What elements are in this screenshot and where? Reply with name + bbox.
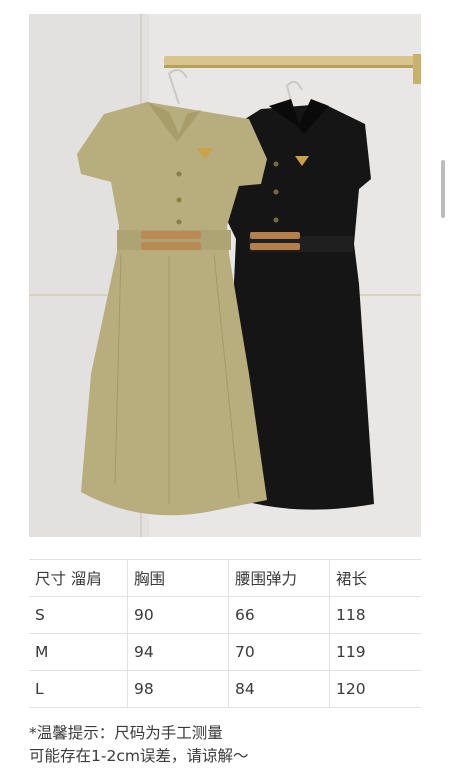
table-cell: 120 (329, 670, 421, 708)
header-cell-size: 尺寸 溜肩 (29, 559, 128, 597)
table-cell: 90 (127, 596, 229, 634)
table-cell: 66 (228, 596, 330, 634)
table-header-row: 尺寸 溜肩 胸围 腰围弹力 裙长 (29, 559, 421, 597)
table-cell: S (29, 596, 128, 634)
table-cell: M (29, 633, 128, 671)
header-cell-chest: 胸围 (127, 559, 229, 597)
scrollbar[interactable] (441, 160, 445, 218)
table-cell: 119 (329, 633, 421, 671)
size-table: 尺寸 溜肩 胸围 腰围弹力 裙长 S 90 66 118 M 94 70 119… (29, 559, 421, 708)
table-cell: 98 (127, 670, 229, 708)
note-line-1: *温馨提示：尺码为手工测量 (29, 724, 223, 742)
header-cell-length: 裙长 (329, 559, 421, 597)
table-row: M 94 70 119 (29, 633, 421, 671)
dress-photo-graphic (29, 14, 421, 537)
product-photo[interactable] (29, 14, 421, 537)
table-cell: 94 (127, 633, 229, 671)
table-cell: 84 (228, 670, 330, 708)
table-row: L 98 84 120 (29, 670, 421, 708)
note-line-2: 可能存在1-2cm误差，请谅解～ (29, 747, 249, 765)
table-cell: L (29, 670, 128, 708)
size-note: *温馨提示：尺码为手工测量 可能存在1-2cm误差，请谅解～ (29, 722, 429, 768)
header-cell-waist: 腰围弹力 (228, 559, 330, 597)
table-cell: 118 (329, 596, 421, 634)
table-row: S 90 66 118 (29, 596, 421, 634)
table-cell: 70 (228, 633, 330, 671)
